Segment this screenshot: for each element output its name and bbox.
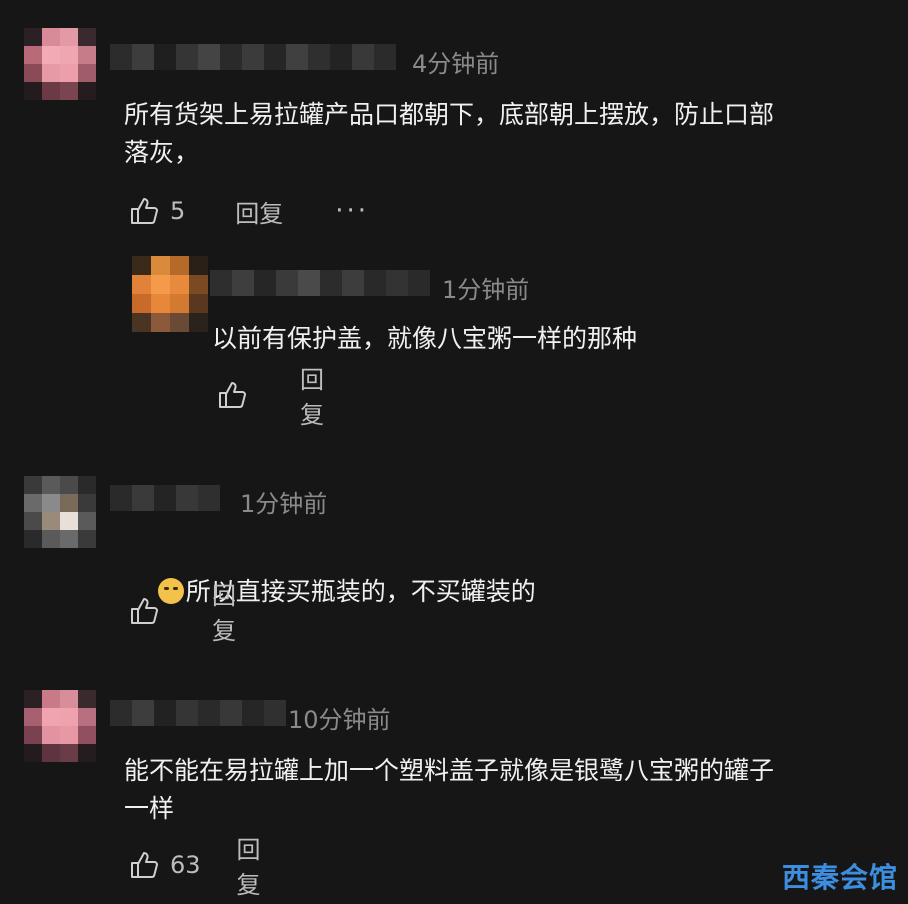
avatar[interactable]	[24, 476, 96, 548]
like-button[interactable]	[216, 379, 248, 411]
thumbs-up-icon	[131, 598, 158, 624]
username-blurred[interactable]	[110, 485, 220, 511]
avatar[interactable]	[24, 28, 96, 100]
like-count: 5	[170, 197, 186, 225]
like-button[interactable]	[128, 595, 160, 627]
thumbs-up-icon	[131, 198, 158, 224]
reply-actions: 回复	[216, 366, 324, 429]
username-blurred[interactable]	[210, 270, 430, 296]
reply-button[interactable]: 回复	[235, 194, 283, 229]
reply-text: 以前有保护盖，就像八宝粥一样的那种	[212, 324, 638, 353]
thumbs-up-icon	[219, 382, 246, 408]
thumbs-up-icon	[131, 852, 158, 878]
reply-button[interactable]: 回复	[212, 576, 236, 646]
comment-actions: 63 回复	[128, 836, 261, 899]
comment-time: 10分钟前	[288, 706, 391, 734]
reply-button[interactable]: 回复	[237, 830, 261, 900]
reply-time: 1分钟前	[442, 276, 530, 304]
comment-actions: 回复	[128, 582, 236, 645]
comment-text: 能不能在易拉罐上加一个塑料盖子就像是银鹭八宝粥的罐子 一样	[124, 756, 775, 823]
comment-text: 所有货架上易拉罐产品口都朝下，底部朝上摆放，防止口部 落灰，	[124, 100, 775, 167]
like-button[interactable]: 63	[128, 849, 201, 881]
comment-actions: 5 回复 ···	[128, 194, 369, 228]
watermark: 西秦会馆	[781, 861, 898, 894]
like-button[interactable]: 5	[128, 195, 185, 227]
avatar[interactable]	[132, 256, 208, 332]
comment-text-content: 所以直接买瓶装的，不买罐装的	[185, 577, 536, 606]
comment-text: 所以直接买瓶装的，不买罐装的	[126, 535, 886, 649]
more-options-button[interactable]: ···	[335, 196, 369, 226]
comment-time: 4分钟前	[412, 50, 500, 78]
like-count: 63	[170, 851, 201, 879]
reply-button[interactable]: 回复	[300, 360, 324, 430]
comment-1: 4分钟前 所有货架上易拉罐产品口都朝下，底部朝上摆放，防止口部 落灰， 5 回复…	[0, 0, 908, 450]
avatar[interactable]	[24, 690, 96, 762]
username-blurred[interactable]	[110, 44, 396, 70]
comment-time: 1分钟前	[240, 490, 328, 518]
username-blurred[interactable]	[110, 700, 286, 726]
